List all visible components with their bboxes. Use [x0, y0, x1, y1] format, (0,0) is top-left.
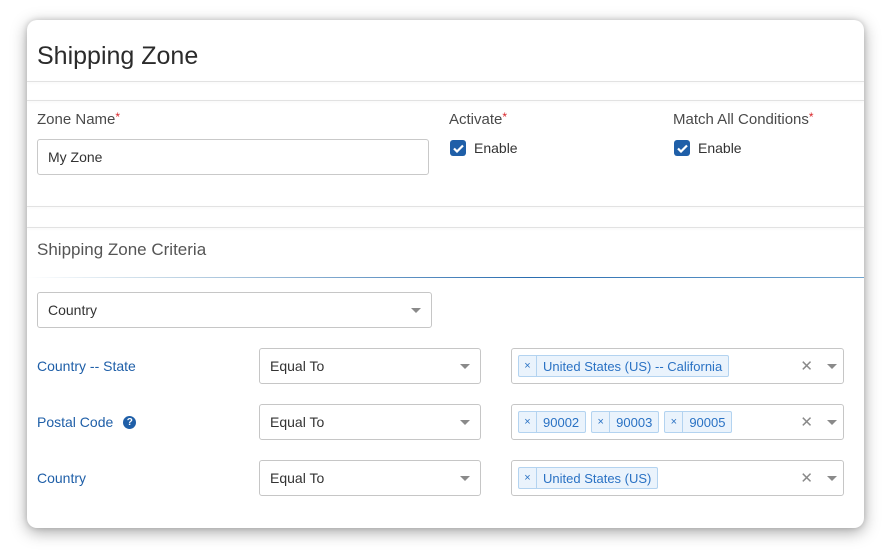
value-tag: × United States (US) -- California: [518, 355, 730, 377]
criteria-type-value: Country: [48, 302, 98, 318]
activate-checkbox-label: Enable: [474, 140, 518, 156]
clear-icon[interactable]: ✕: [800, 357, 813, 375]
required-mark: *: [808, 110, 814, 124]
tag-list: × United States (US) -- California: [518, 355, 800, 377]
value-multiselect[interactable]: × United States (US) ✕: [511, 460, 844, 496]
divider: [27, 227, 864, 228]
check-icon: [452, 144, 464, 153]
question-circle-icon[interactable]: ?: [123, 415, 137, 429]
remove-tag-icon[interactable]: ×: [519, 412, 537, 432]
match-all-checkbox-label: Enable: [698, 140, 742, 156]
page-title: Shipping Zone: [37, 42, 199, 70]
operator-select[interactable]: Equal To: [259, 348, 481, 384]
required-mark: *: [115, 110, 121, 124]
activate-label: Activate*: [449, 110, 508, 128]
activate-checkbox-row[interactable]: Enable: [450, 140, 518, 156]
criteria-row-label: Postal Code ?: [37, 414, 137, 430]
operator-select[interactable]: Equal To: [259, 460, 481, 496]
caret-down-icon: [411, 307, 421, 313]
operator-value: Equal To: [270, 470, 325, 486]
criteria-section-title: Shipping Zone Criteria: [37, 240, 207, 259]
activate-checkbox[interactable]: [450, 140, 466, 156]
criteria-row-label: Country: [37, 470, 86, 486]
remove-tag-icon[interactable]: ×: [592, 412, 611, 432]
check-icon: [676, 144, 688, 153]
caret-down-icon: [460, 475, 470, 481]
tag-text: 90002: [543, 414, 580, 430]
operator-select[interactable]: Equal To: [259, 404, 481, 440]
required-mark: *: [502, 110, 508, 124]
shipping-zone-card: Shipping Zone Zone Name* My Zone Activat…: [27, 20, 864, 528]
divider: [27, 206, 864, 207]
tag-list: × 90002 × 90003 × 90005: [518, 411, 800, 433]
criteria-row-label: Country -- State: [37, 358, 136, 374]
criteria-type-select[interactable]: Country: [37, 292, 432, 328]
value-multiselect[interactable]: × United States (US) -- California ✕: [511, 348, 844, 384]
tag-list: × United States (US): [518, 467, 800, 489]
caret-down-icon[interactable]: [827, 475, 837, 481]
value-tag: × 90003: [591, 411, 660, 433]
value-tag: × United States (US): [518, 467, 659, 489]
value-tag: × 90002: [518, 411, 587, 433]
criteria-row-label-text: Country: [37, 470, 87, 486]
operator-value: Equal To: [270, 414, 325, 430]
match-all-checkbox-row[interactable]: Enable: [674, 140, 742, 156]
value-multiselect[interactable]: × 90002 × 90003 × 90005 ✕: [511, 404, 844, 440]
tag-text: 90005: [689, 414, 726, 430]
zone-name-label-text: Zone Name: [37, 111, 116, 128]
clear-icon[interactable]: ✕: [800, 469, 813, 487]
remove-tag-icon[interactable]: ×: [519, 356, 537, 376]
caret-down-icon[interactable]: [827, 419, 837, 425]
activate-label-text: Activate: [449, 111, 503, 128]
match-all-checkbox[interactable]: [674, 140, 690, 156]
tag-text: United States (US): [543, 470, 652, 486]
tag-text: 90003: [616, 414, 653, 430]
tag-text: United States (US) -- California: [543, 358, 723, 374]
remove-tag-icon[interactable]: ×: [519, 468, 537, 488]
zone-name-input[interactable]: My Zone: [37, 139, 429, 175]
match-all-label-text: Match All Conditions: [673, 111, 809, 128]
clear-icon[interactable]: ✕: [800, 413, 813, 431]
caret-down-icon[interactable]: [827, 363, 837, 369]
operator-value: Equal To: [270, 358, 325, 374]
value-tag: × 90005: [664, 411, 733, 433]
remove-tag-icon[interactable]: ×: [665, 412, 684, 432]
caret-down-icon: [460, 363, 470, 369]
zone-name-label: Zone Name*: [37, 110, 121, 128]
match-all-label: Match All Conditions*: [673, 110, 814, 128]
section-underline: [27, 277, 864, 278]
divider: [27, 81, 864, 82]
caret-down-icon: [460, 419, 470, 425]
divider: [27, 100, 864, 101]
criteria-row-label-text: Country -- State: [37, 358, 136, 374]
criteria-row-label-text: Postal Code: [37, 414, 114, 430]
